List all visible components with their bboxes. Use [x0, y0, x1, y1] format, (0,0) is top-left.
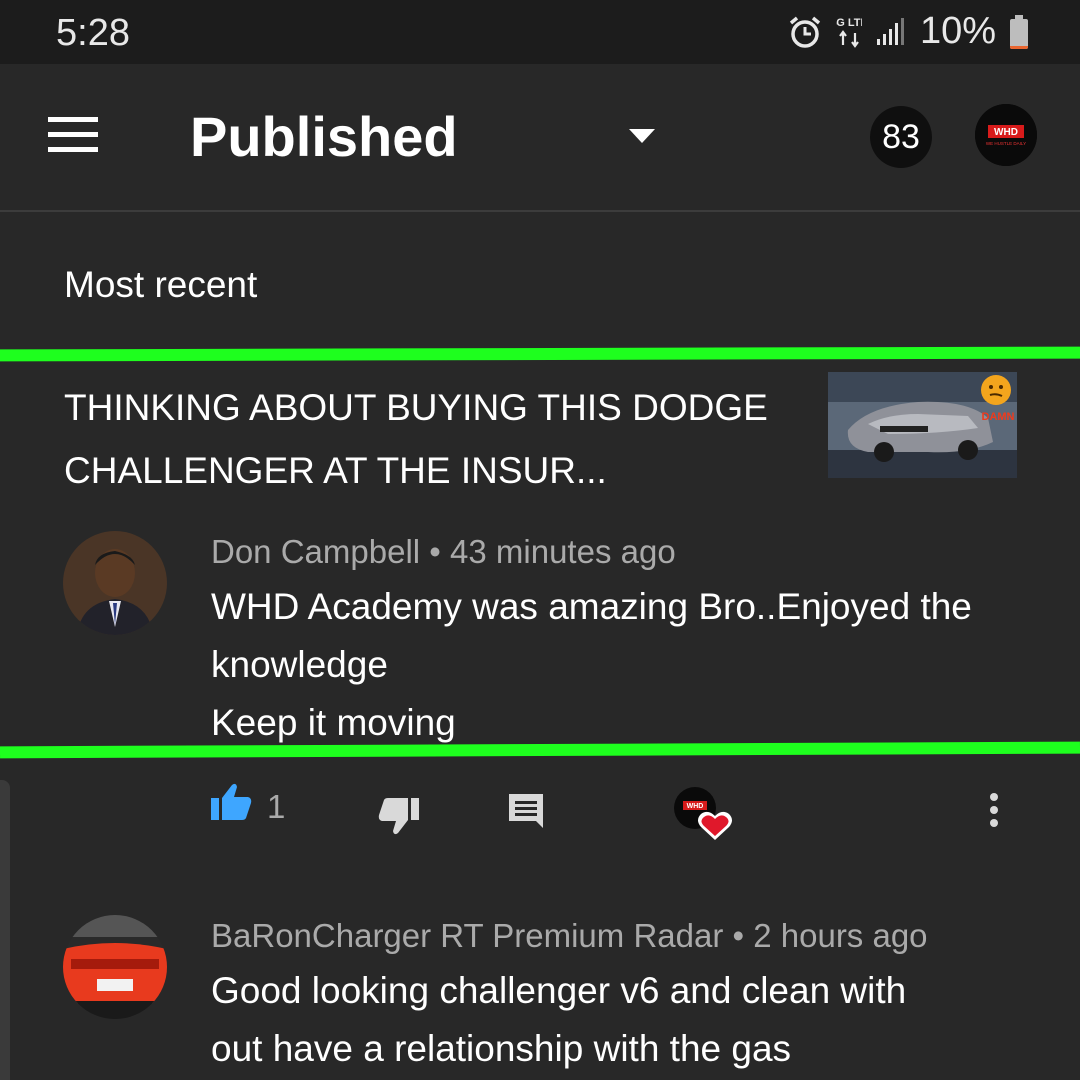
comment-text: Good looking challenger v6 and clean wit…: [211, 962, 951, 1078]
comment-author[interactable]: BaRonCharger RT Premium Radar: [211, 917, 723, 954]
network-label: 4G LTE: [836, 17, 862, 29]
notification-count-badge[interactable]: 83: [870, 106, 932, 168]
signal-icon: [876, 17, 904, 45]
sort-dropdown[interactable]: Most recent: [64, 264, 257, 306]
video-title[interactable]: THINKING ABOUT BUYING THIS DODGE CHALLEN…: [64, 376, 784, 502]
thumbs-down-icon: [378, 798, 419, 835]
status-bar: 5:28 4G LTE 10%: [0, 0, 1080, 64]
battery-level-fill: [1010, 45, 1028, 49]
svg-text:DAMN: DAMN: [982, 411, 1015, 423]
comment-line: Good looking challenger v6 and clean wit…: [211, 970, 907, 1069]
channel-logo-icon: WHD WE HUSTLE DAILY: [975, 104, 1037, 166]
comment-line: Keep it moving: [211, 702, 456, 743]
like-button[interactable]: [210, 782, 252, 827]
page-title[interactable]: Published: [190, 104, 458, 169]
like-count: 1: [267, 788, 286, 825]
highlight-line-top: [0, 346, 1080, 362]
comment-actions: 1 WHD: [0, 780, 1080, 840]
reply-comment-icon: [509, 794, 543, 828]
meta-separator: •: [732, 917, 754, 954]
comment-author[interactable]: Don Campbell: [211, 533, 420, 570]
meta-separator: •: [429, 533, 451, 570]
hamburger-menu-icon[interactable]: [48, 117, 98, 153]
car-avatar-icon: [63, 915, 167, 1019]
creator-heart-button[interactable]: WHD: [673, 786, 735, 849]
battery-icon: [1010, 14, 1028, 49]
comment-line: WHD Academy was amazing Bro..Enjoyed the…: [211, 586, 972, 685]
channel-avatar[interactable]: WHD WE HUSTLE DAILY: [975, 104, 1037, 166]
battery-percent: 10%: [919, 10, 996, 52]
thumbs-up-icon: [211, 783, 252, 820]
more-options-icon[interactable]: [989, 792, 999, 833]
comment-time: 43 minutes ago: [450, 533, 676, 570]
car-thumbnail-image: DAMN: [828, 372, 1017, 478]
status-time: 5:28: [56, 12, 130, 54]
person-avatar-icon: [63, 531, 167, 635]
svg-text:WHD: WHD: [687, 803, 704, 810]
creator-heart-icon: WHD: [674, 787, 732, 840]
svg-text:WE HUSTLE DAILY: WE HUSTLE DAILY: [986, 141, 1026, 146]
comment-text: WHD Academy was amazing Bro..Enjoyed the…: [211, 578, 991, 752]
alarm-icon: [789, 16, 821, 48]
app-bar: Published 83 WHD WE HUSTLE DAILY: [0, 64, 1080, 212]
comment-meta: BaRonCharger RT Premium Radar • 2 hours …: [211, 917, 928, 955]
chevron-down-icon[interactable]: [629, 129, 655, 143]
avatar-don-campbell[interactable]: [63, 531, 167, 635]
dislike-button[interactable]: [378, 796, 420, 841]
comment-meta: Don Campbell • 43 minutes ago: [211, 533, 676, 571]
network-4g-icon: 4G LTE: [836, 17, 862, 48]
comment-time: 2 hours ago: [753, 917, 928, 954]
status-icons: 4G LTE 10%: [788, 10, 1028, 53]
video-thumbnail[interactable]: DAMN: [828, 372, 1017, 478]
svg-text:WHD: WHD: [994, 127, 1018, 138]
avatar-baroncharger[interactable]: [63, 915, 167, 1019]
reply-button[interactable]: [507, 792, 545, 835]
